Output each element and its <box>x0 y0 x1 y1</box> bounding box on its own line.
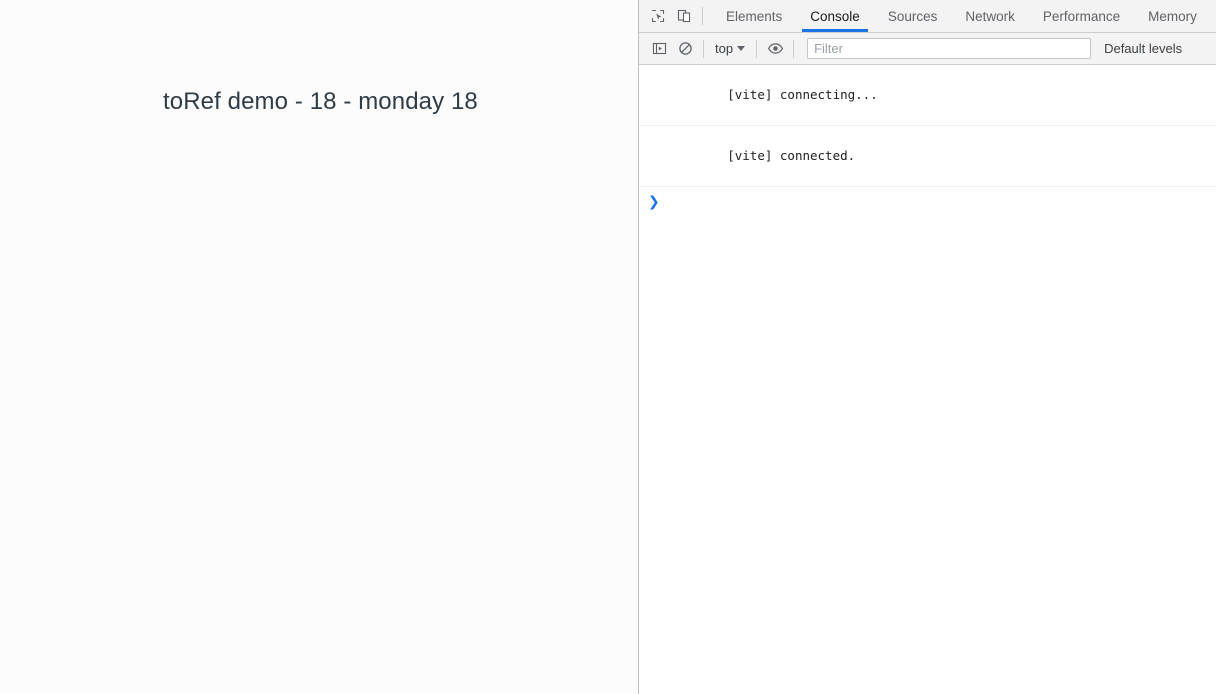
tab-performance-label: Performance <box>1042 8 1121 24</box>
tab-console[interactable]: Console <box>796 0 874 32</box>
tab-network[interactable]: Network <box>951 0 1029 32</box>
tab-console-label: Console <box>810 8 860 24</box>
log-levels-label: Default levels <box>1104 41 1183 56</box>
console-filter-input[interactable]: Filter <box>807 38 1092 59</box>
tab-memory[interactable]: Memory <box>1134 0 1211 32</box>
tab-performance[interactable]: Performance <box>1029 0 1134 32</box>
inspect-element-icon[interactable] <box>645 3 671 29</box>
tab-sources-label: Sources <box>887 8 938 24</box>
devtools-panel: Elements Console Sources Network Perform… <box>639 0 1216 694</box>
prompt-chevron-icon: ❯ <box>648 194 660 210</box>
execution-context-label: top <box>715 41 734 56</box>
console-toolbar: top Filter Default levels <box>639 33 1216 65</box>
tab-memory-label: Memory <box>1148 8 1197 24</box>
console-toolbar-divider-3 <box>793 39 795 58</box>
device-toolbar-icon[interactable] <box>671 3 697 29</box>
log-levels-dropdown[interactable]: Default levels <box>1104 41 1182 56</box>
console-message-text: [vite] connecting... <box>727 87 878 102</box>
tab-elements[interactable]: Elements <box>712 0 796 32</box>
tabbar-divider <box>702 7 703 25</box>
live-expression-eye-icon[interactable] <box>762 36 788 62</box>
console-filter-placeholder: Filter <box>814 41 843 56</box>
console-sidebar-icon[interactable] <box>646 36 672 62</box>
console-message: [vite] connecting... <box>639 65 1216 126</box>
page-title: toRef demo - 18 - monday 18 <box>163 88 478 115</box>
console-message: [vite] connected. <box>639 126 1216 187</box>
console-message-list[interactable]: [vite] connecting... [vite] connected. ❯ <box>639 65 1216 694</box>
tab-sources[interactable]: Sources <box>874 0 952 32</box>
console-input-prompt[interactable]: ❯ <box>639 187 1216 217</box>
console-toolbar-divider-2 <box>756 39 758 58</box>
devtools-tabbar: Elements Console Sources Network Perform… <box>639 0 1216 33</box>
console-message-text: [vite] connected. <box>727 148 856 163</box>
browser-window: toRef demo - 18 - monday 18 Elements Con… <box>0 0 1216 694</box>
execution-context-dropdown[interactable]: top <box>709 38 751 60</box>
chevron-down-icon <box>737 46 746 51</box>
tab-network-label: Network <box>965 8 1015 24</box>
tab-elements-label: Elements <box>726 8 783 24</box>
console-toolbar-divider-1 <box>703 39 704 58</box>
devtools-tab-list: Elements Console Sources Network Perform… <box>712 0 1211 32</box>
clear-console-icon[interactable] <box>672 36 698 62</box>
web-page-viewport: toRef demo - 18 - monday 18 <box>0 0 638 694</box>
